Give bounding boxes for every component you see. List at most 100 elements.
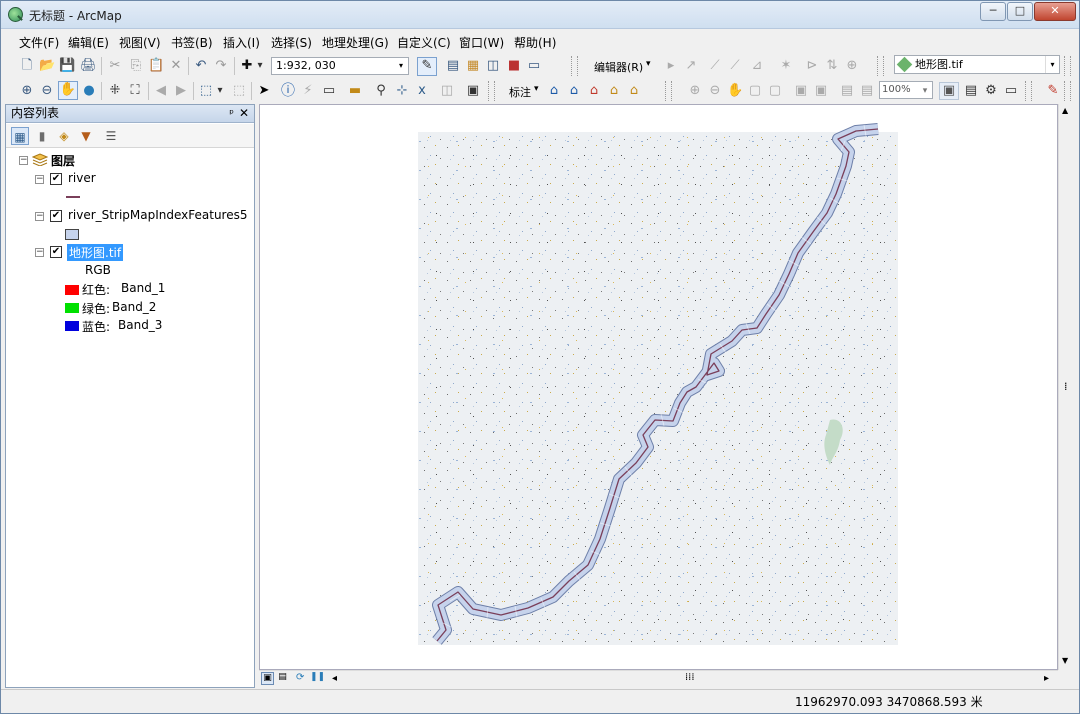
add-data-icon[interactable]: ✚ — [239, 58, 255, 74]
layer-visibility-checkbox[interactable]: ✔ — [50, 246, 62, 258]
layout-zoom-in-icon[interactable]: ⊕ — [687, 83, 703, 99]
trace-icon[interactable]: ⊿ — [749, 58, 765, 74]
edit-vertices-icon[interactable]: ⊳ — [804, 58, 820, 74]
scroll-grip-icon[interactable]: ⁞⁞⁞ — [685, 672, 695, 683]
chevron-down-icon[interactable]: ▾ — [394, 58, 408, 74]
python-window-icon[interactable]: ▭ — [526, 58, 542, 74]
select-elements-icon[interactable]: ➤ — [256, 83, 272, 99]
redo-icon[interactable]: ↷ — [213, 58, 229, 74]
menu-insert[interactable]: 插入(I) — [223, 34, 260, 51]
close-icon[interactable]: ✕ — [239, 105, 249, 122]
undo-icon[interactable]: ↶ — [193, 58, 209, 74]
fixed-zoom-out-icon[interactable]: ⛶ — [127, 83, 143, 99]
map-canvas[interactable] — [260, 105, 1058, 670]
list-by-visibility-icon[interactable]: ◈ — [55, 127, 73, 145]
scroll-left-icon[interactable]: ◂ — [332, 673, 337, 684]
map-data-view[interactable] — [259, 104, 1058, 670]
menu-help[interactable]: 帮助(H) — [514, 34, 556, 51]
menu-windows[interactable]: 窗口(W) — [459, 34, 504, 51]
menu-file[interactable]: 文件(F) — [19, 34, 59, 51]
list-by-drawing-order-icon[interactable]: ▦ — [11, 127, 29, 145]
select-dropdown-icon[interactable]: ▾ — [215, 83, 225, 99]
table-icon[interactable]: ▤ — [445, 58, 461, 74]
fixed-zoom-in-icon[interactable]: ⁜ — [107, 83, 123, 99]
scroll-grip-icon[interactable]: ⁞ — [1064, 380, 1068, 393]
editor-menu[interactable]: 编辑器(R) — [594, 59, 643, 75]
toolbox-icon[interactable]: ■ — [506, 58, 522, 74]
straight-segment-icon[interactable]: ⟋ — [707, 58, 723, 74]
copy-icon[interactable]: ⎘ — [128, 58, 144, 74]
clear-selection-icon[interactable]: ⬚ — [231, 83, 247, 99]
delete-icon[interactable]: ✕ — [168, 58, 184, 74]
layout-pan-icon[interactable]: ✋ — [727, 83, 743, 99]
fixed-zoom-in-layout-icon[interactable]: ▣ — [793, 83, 809, 99]
toolbar-grip[interactable] — [488, 81, 495, 101]
data-frame-name[interactable]: 图层 — [51, 152, 75, 169]
layout-zoom-out-icon[interactable]: ⊖ — [707, 83, 723, 99]
labeling-menu[interactable]: 标注 — [509, 84, 531, 100]
zoom-100-icon[interactable]: ▢ — [767, 83, 783, 99]
toolbar-grip[interactable] — [571, 56, 578, 76]
print-icon[interactable]: 🖨 — [80, 58, 97, 74]
list-by-selection-icon[interactable]: ▼ — [77, 127, 95, 145]
edit-annotation-icon[interactable]: ↗ — [683, 58, 699, 74]
close-button[interactable]: ✕ — [1034, 2, 1076, 21]
cut-polygons-icon[interactable]: ⊕ — [844, 58, 860, 74]
edit-tool-icon[interactable]: ▸ — [663, 58, 679, 74]
list-by-source-icon[interactable]: ▮ — [33, 127, 51, 145]
layout-view-toggle-icon[interactable]: ▤ — [276, 672, 289, 685]
catalog-icon[interactable]: ▦ — [465, 58, 481, 74]
line-symbol[interactable] — [66, 196, 80, 198]
go-back-icon[interactable]: ◀ — [153, 83, 169, 99]
new-document-icon[interactable]: 🗋 — [19, 58, 35, 74]
editor-toolbar-toggle-icon[interactable]: ✎ — [417, 57, 437, 76]
map-vertical-scrollbar[interactable]: ▲ ⁞ ▼ — [1058, 104, 1075, 670]
polygon-symbol[interactable] — [65, 229, 79, 240]
label-manager-icon[interactable]: ⌂ — [546, 83, 562, 99]
full-extent-globe-icon[interactable]: ● — [81, 83, 97, 99]
chevron-down-icon[interactable]: ▾ — [1045, 56, 1059, 73]
endpoint-arc-icon[interactable]: ⟋ — [727, 58, 743, 74]
expander-icon[interactable]: − — [19, 156, 28, 165]
layer-name-strip-index[interactable]: river_StripMapIndexFeatures5 — [68, 208, 247, 222]
expander-icon[interactable]: − — [35, 248, 44, 257]
expander-icon[interactable]: − — [35, 212, 44, 221]
menu-edit[interactable]: 编辑(E) — [68, 34, 109, 51]
pan-icon[interactable]: ✋ — [58, 81, 78, 100]
layer-visibility-checkbox[interactable]: ✔ — [50, 210, 62, 222]
layer-visibility-checkbox[interactable]: ✔ — [50, 173, 62, 185]
menu-bookmarks[interactable]: 书签(B) — [171, 34, 213, 51]
fixed-zoom-out-layout-icon[interactable]: ▣ — [813, 83, 829, 99]
identify-icon[interactable]: ⓘ — [280, 83, 296, 99]
minimize-button[interactable]: ─ — [980, 2, 1006, 21]
save-icon[interactable]: 💾 — [59, 58, 75, 74]
change-layout-icon[interactable]: ⚙ — [983, 83, 999, 99]
options-icon[interactable]: ☰ — [102, 127, 120, 145]
scroll-up-icon[interactable]: ▲ — [1062, 106, 1068, 115]
label-priority-icon[interactable]: ⌂ — [566, 83, 582, 99]
search-window-icon[interactable]: ◫ — [485, 58, 501, 74]
go-forward-extent-icon[interactable]: ▤ — [859, 83, 875, 99]
refresh-icon[interactable]: ⟳ — [296, 672, 304, 683]
focus-data-frame-icon[interactable]: ▤ — [963, 83, 979, 99]
data-driven-pages-icon[interactable]: ▭ — [1003, 83, 1019, 99]
expander-icon[interactable]: − — [35, 175, 44, 184]
html-popup-icon[interactable]: ▭ — [321, 83, 337, 99]
menu-selection[interactable]: 选择(S) — [271, 34, 312, 51]
create-viewer-window-icon[interactable]: ▣ — [465, 83, 481, 99]
zoom-in-icon[interactable]: ⊕ — [19, 83, 35, 99]
toolbar-grip[interactable] — [1025, 81, 1032, 101]
find-icon[interactable]: ⚲ — [373, 83, 389, 99]
time-slider-icon[interactable]: ◫ — [439, 83, 455, 99]
pause-labeling-icon[interactable]: ⌂ — [626, 83, 642, 99]
go-forward-icon[interactable]: ▶ — [173, 83, 189, 99]
scroll-down-icon[interactable]: ▼ — [1062, 656, 1068, 665]
reshape-icon[interactable]: ⇅ — [824, 58, 840, 74]
pause-drawing-icon[interactable]: ❚❚ — [310, 672, 325, 682]
point-icon[interactable]: ✶ — [778, 58, 794, 74]
hyperlink-icon[interactable]: ⚡ — [300, 83, 316, 99]
toolbar-grip[interactable] — [665, 81, 672, 101]
toolbar-grip[interactable] — [877, 56, 884, 76]
menu-customize[interactable]: 自定义(C) — [397, 34, 451, 51]
menu-view[interactable]: 视图(V) — [119, 34, 161, 51]
